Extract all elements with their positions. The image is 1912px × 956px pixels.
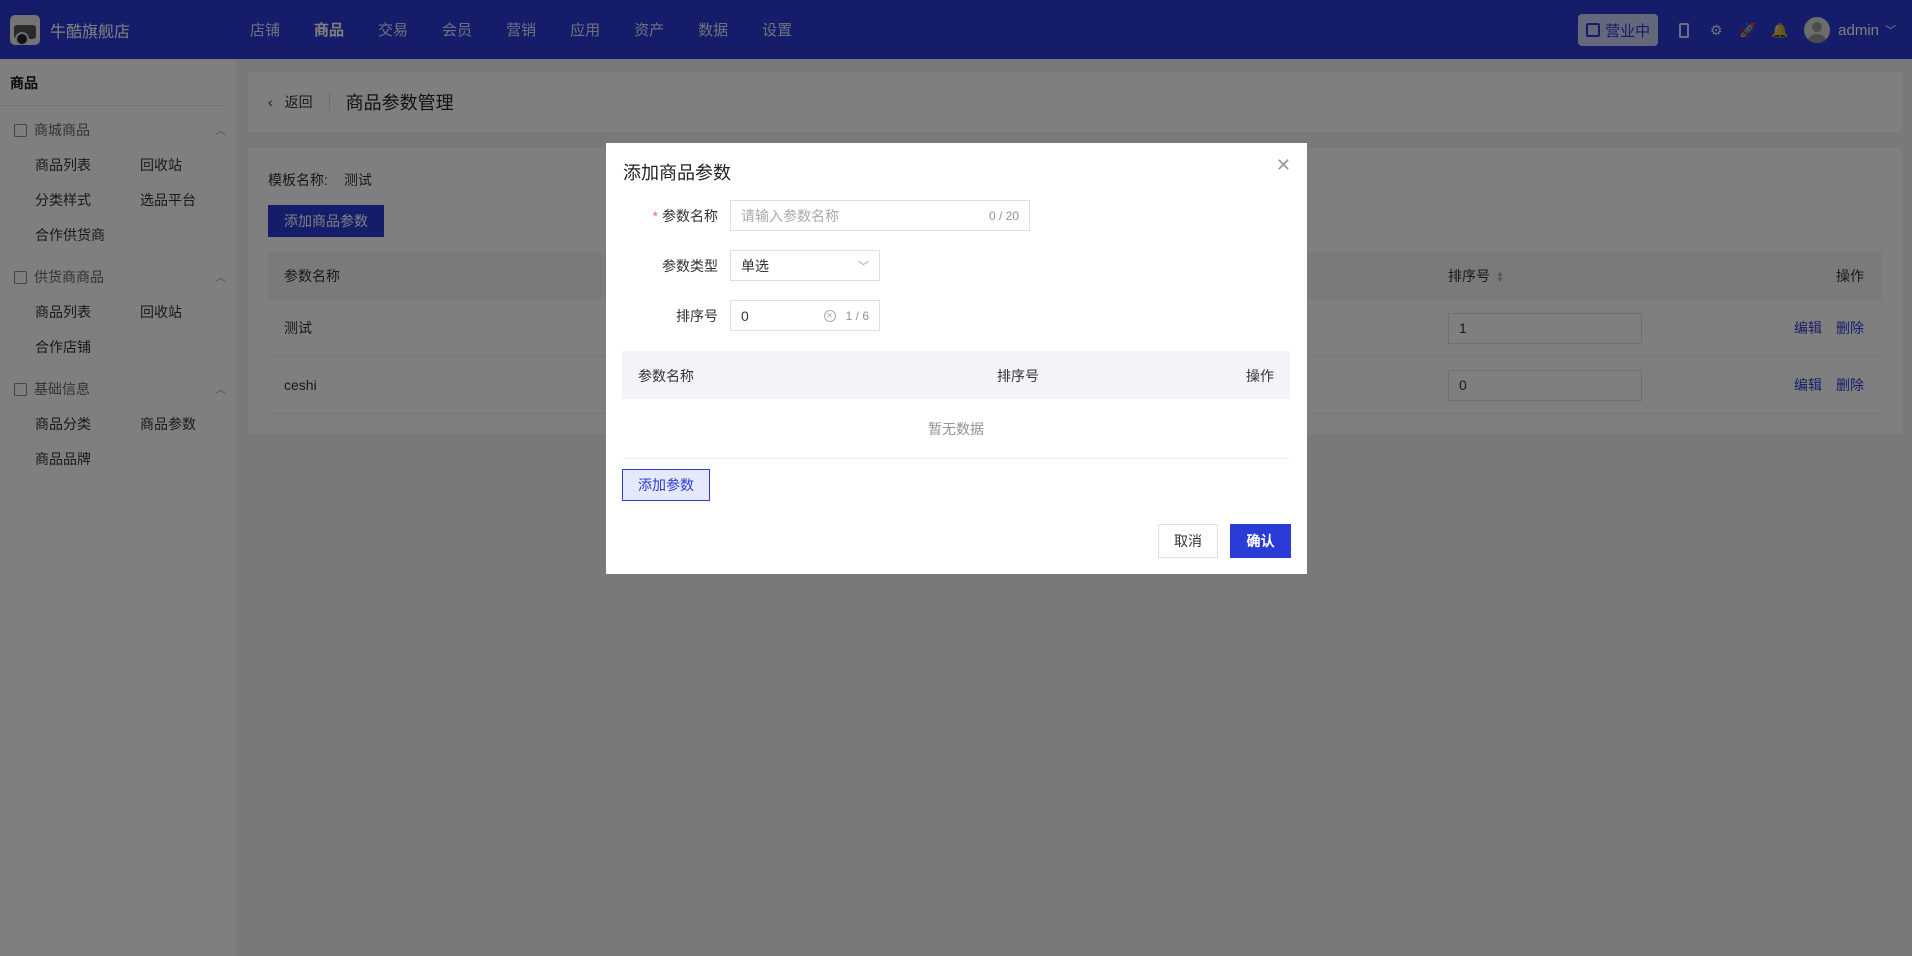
param-name-placeholder: 请输入参数名称 xyxy=(741,207,839,224)
param-type-label: 参数类型 xyxy=(662,257,718,274)
param-type-select[interactable]: 单选 ﹀ xyxy=(730,250,880,281)
param-name-input[interactable]: 请输入参数名称 0 / 20 xyxy=(730,200,1030,231)
add-param-dialog: 添加商品参数 ✕ * 参数名称 请输入参数名称 0 / 20 参数类型 单选 ﹀ … xyxy=(606,143,1307,574)
add-param-button[interactable]: 添加参数 xyxy=(622,469,710,501)
param-name-label: * 参数名称 xyxy=(652,207,718,224)
empty-state: 暂无数据 xyxy=(622,399,1290,459)
char-count: 1 / 6 xyxy=(845,308,869,323)
sort-value: 0 xyxy=(741,307,749,324)
column-header-sort: 排序号 xyxy=(997,368,1039,384)
close-icon[interactable]: ✕ xyxy=(1276,155,1291,176)
column-header-name: 参数名称 xyxy=(638,368,694,384)
cancel-button[interactable]: 取消 xyxy=(1158,524,1218,558)
param-type-value: 单选 xyxy=(741,257,769,274)
clear-icon[interactable]: ✕ xyxy=(823,309,836,322)
dialog-title: 添加商品参数 xyxy=(623,163,731,183)
confirm-button[interactable]: 确认 xyxy=(1230,524,1291,558)
chevron-down-icon: ﹀ xyxy=(858,260,869,273)
char-count: 0 / 20 xyxy=(988,208,1019,223)
form-row-sort: 排序号 0 ✕ 1 / 6 xyxy=(606,300,880,331)
column-header-actions: 操作 xyxy=(1246,368,1274,384)
table-header: 参数名称 排序号 操作 xyxy=(622,351,1290,399)
dialog-params-table: 参数名称 排序号 操作 暂无数据 xyxy=(622,351,1290,459)
sort-input[interactable]: 0 ✕ 1 / 6 xyxy=(730,300,880,331)
form-row-param-name: * 参数名称 请输入参数名称 0 / 20 xyxy=(606,200,1030,231)
form-row-param-type: 参数类型 单选 ﹀ xyxy=(606,250,880,281)
sort-label: 排序号 xyxy=(676,307,718,324)
